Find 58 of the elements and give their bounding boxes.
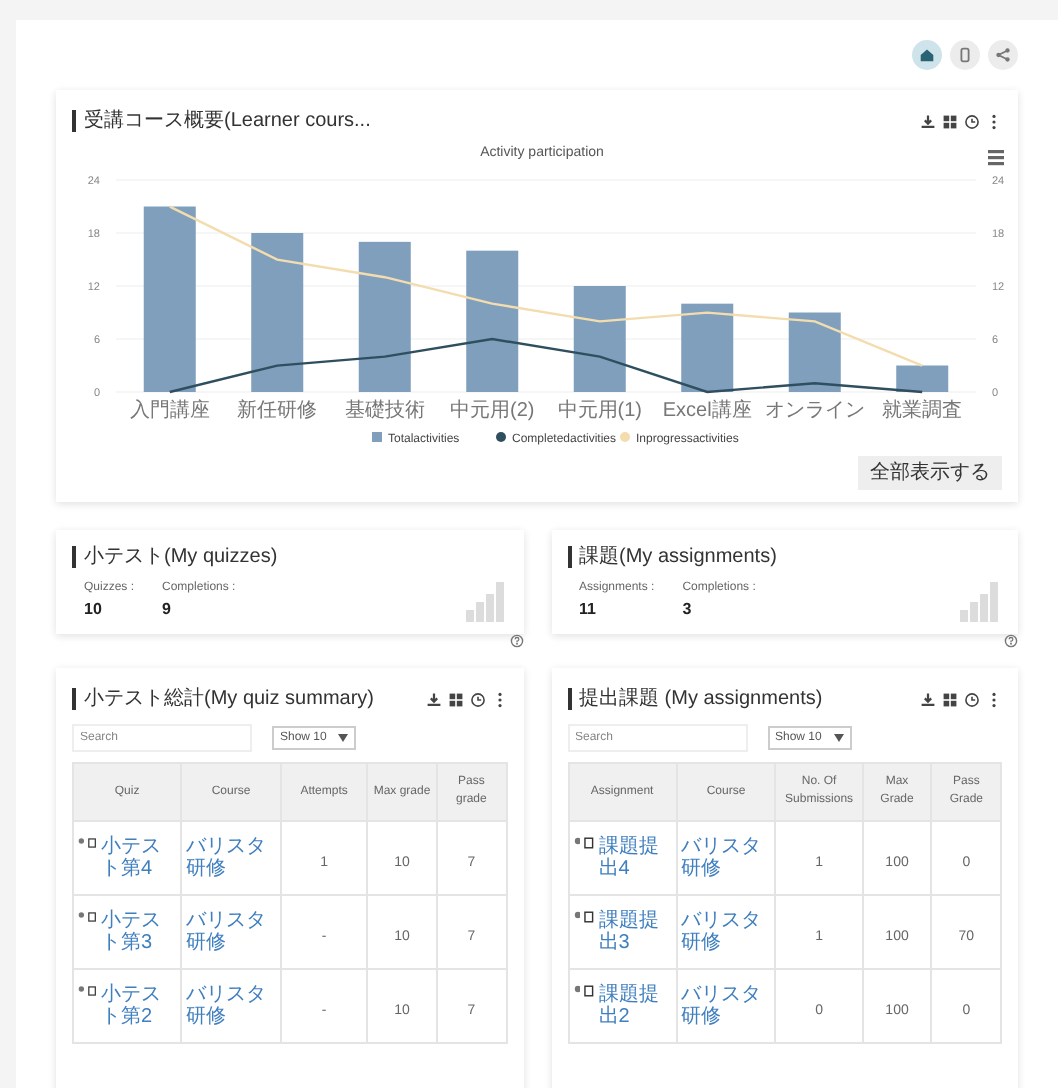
clock-icon[interactable] bbox=[964, 113, 980, 129]
card-title: 小テスト(My quizzes) bbox=[84, 543, 278, 572]
phone-icon bbox=[956, 46, 974, 64]
page-button[interactable] bbox=[950, 40, 980, 70]
more-icon[interactable] bbox=[986, 691, 1002, 707]
document-icon bbox=[88, 836, 97, 850]
grid-icon[interactable] bbox=[942, 113, 958, 129]
category-label: 中元用(2) bbox=[450, 400, 535, 422]
grid-icon[interactable] bbox=[942, 691, 958, 707]
download-icon[interactable] bbox=[920, 691, 936, 707]
bar bbox=[681, 303, 734, 392]
title-marker bbox=[72, 688, 76, 710]
title-marker bbox=[567, 546, 571, 568]
title-marker bbox=[72, 546, 76, 568]
bar-chart-icon bbox=[958, 578, 1002, 622]
home-icon bbox=[918, 46, 936, 64]
caret-icon bbox=[338, 734, 349, 742]
document-icon bbox=[584, 836, 595, 850]
stat-value: 9 bbox=[162, 598, 173, 622]
category-label: 基礎技術 bbox=[344, 400, 425, 422]
bar bbox=[896, 365, 949, 392]
title-marker bbox=[567, 688, 571, 710]
download-icon[interactable] bbox=[425, 691, 441, 707]
card-title: 受講コース概要(Learner cours... bbox=[84, 107, 371, 136]
show-all-button[interactable]: 全部表示する bbox=[858, 456, 1002, 490]
document-icon bbox=[88, 984, 97, 998]
stat-value: 11 bbox=[579, 598, 598, 622]
share-icon bbox=[994, 46, 1012, 64]
home-button[interactable] bbox=[912, 40, 942, 70]
document-icon bbox=[584, 910, 595, 924]
category-label: 入門講座 bbox=[129, 400, 210, 422]
category-label: Excel講座 bbox=[662, 400, 752, 422]
title-marker bbox=[72, 110, 76, 132]
download-icon[interactable] bbox=[920, 113, 936, 129]
document-icon bbox=[88, 910, 97, 924]
category-label: 中元用(1) bbox=[557, 400, 642, 422]
card-title: 提出課題 (My assignments) bbox=[579, 685, 823, 714]
clock-icon[interactable] bbox=[964, 691, 980, 707]
card-title: 小テスト総計(My quiz summary) bbox=[84, 685, 375, 714]
category-label: 就業調査 bbox=[882, 400, 963, 422]
menu-icon[interactable] bbox=[988, 150, 1004, 166]
category-label: 新任研修 bbox=[237, 400, 318, 422]
stat-value: 10 bbox=[84, 598, 104, 622]
help-icon[interactable] bbox=[509, 634, 523, 648]
grid-icon[interactable] bbox=[447, 691, 463, 707]
bar bbox=[573, 286, 626, 392]
document-icon bbox=[584, 984, 595, 998]
bar-chart-icon bbox=[463, 578, 507, 622]
bar bbox=[788, 312, 841, 392]
bar bbox=[466, 250, 519, 392]
help-icon[interactable] bbox=[1004, 634, 1018, 648]
more-icon[interactable] bbox=[986, 113, 1002, 129]
share-button[interactable] bbox=[988, 40, 1018, 70]
card-title: 課題(My assignments) bbox=[579, 543, 777, 572]
stat-value: 3 bbox=[682, 598, 694, 622]
category-label: オンライン bbox=[764, 400, 865, 422]
caret-icon bbox=[833, 734, 844, 742]
clock-icon[interactable] bbox=[469, 691, 485, 707]
